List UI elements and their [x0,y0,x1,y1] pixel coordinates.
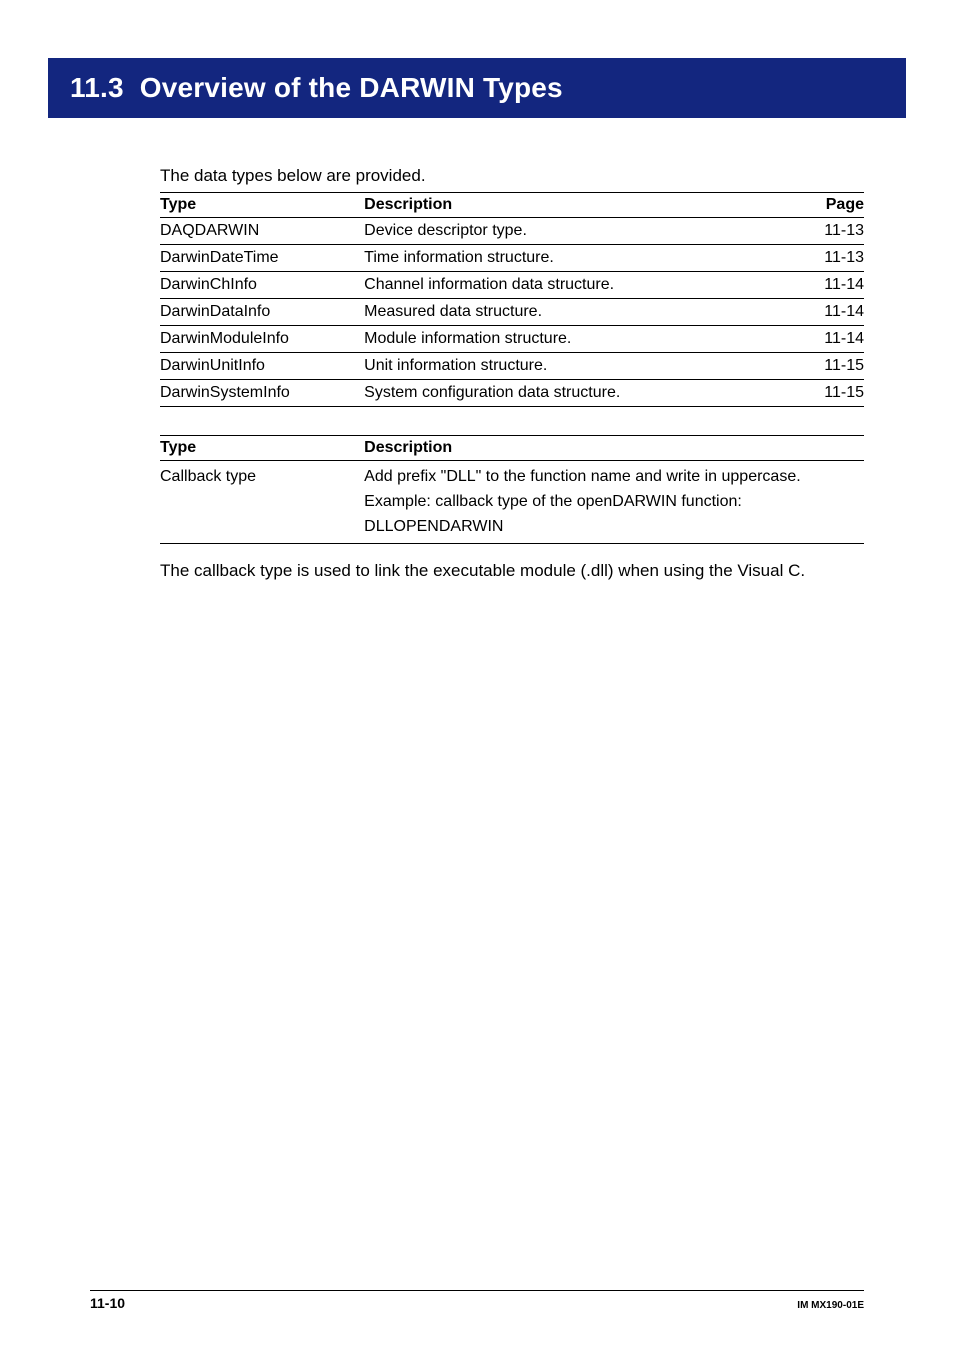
section-number: 11.3 [70,72,124,103]
cell-type: DarwinDataInfo [160,299,364,326]
cell-page: 11-14 [794,326,864,353]
cell-type: DarwinModuleInfo [160,326,364,353]
header-page: Page [794,193,864,218]
intro-text: The data types below are provided. [160,166,864,186]
cell-description: Device descriptor type. [364,218,793,245]
cell-description: Measured data structure. [364,299,793,326]
table-header-row: Type Description [160,436,864,461]
cell-type: DarwinDateTime [160,245,364,272]
table-row: DAQDARWIN Device descriptor type. 11-13 [160,218,864,245]
cell-description: Add prefix "DLL" to the function name an… [364,461,864,544]
cell-type: DarwinChInfo [160,272,364,299]
cell-description: Channel information data structure. [364,272,793,299]
cell-page: 11-14 [794,272,864,299]
table-header-row: Type Description Page [160,193,864,218]
callback-desc-line3: DLLOPENDARWIN [364,518,503,535]
cell-type: DarwinUnitInfo [160,353,364,380]
callback-desc-line2: Example: callback type of the openDARWIN… [364,493,742,510]
cell-type: Callback type [160,461,364,544]
table-row: Callback type Add prefix "DLL" to the fu… [160,461,864,544]
section-title: Overview of the DARWIN Types [140,72,563,103]
cell-description: Time information structure. [364,245,793,272]
cell-description: Module information structure. [364,326,793,353]
types-table: Type Description Page DAQDARWIN Device d… [160,192,864,407]
cell-description: System configuration data structure. [364,380,793,407]
header-description: Description [364,193,793,218]
section-title-banner: 11.3 Overview of the DARWIN Types [48,58,906,118]
table-row: DarwinSystemInfo System configuration da… [160,380,864,407]
header-description: Description [364,436,864,461]
callback-desc-line1: Add prefix "DLL" to the function name an… [364,468,801,485]
table-row: DarwinDateTime Time information structur… [160,245,864,272]
cell-description: Unit information structure. [364,353,793,380]
table-row: DarwinUnitInfo Unit information structur… [160,353,864,380]
table-row: DarwinChInfo Channel information data st… [160,272,864,299]
footer-doc-id: IM MX190-01E [797,1300,864,1311]
header-type: Type [160,193,364,218]
header-type: Type [160,436,364,461]
section-title-text: 11.3 Overview of the DARWIN Types [70,72,563,103]
cell-page: 11-15 [794,353,864,380]
cell-type: DAQDARWIN [160,218,364,245]
cell-page: 11-14 [794,299,864,326]
table-row: DarwinModuleInfo Module information stru… [160,326,864,353]
callback-table: Type Description Callback type Add prefi… [160,435,864,544]
page-footer: 11-10 IM MX190-01E [90,1290,864,1311]
cell-type: DarwinSystemInfo [160,380,364,407]
cell-page: 11-13 [794,218,864,245]
footer-page-number: 11-10 [90,1295,125,1311]
note-text: The callback type is used to link the ex… [160,558,864,584]
cell-page: 11-13 [794,245,864,272]
cell-page: 11-15 [794,380,864,407]
table-row: DarwinDataInfo Measured data structure. … [160,299,864,326]
